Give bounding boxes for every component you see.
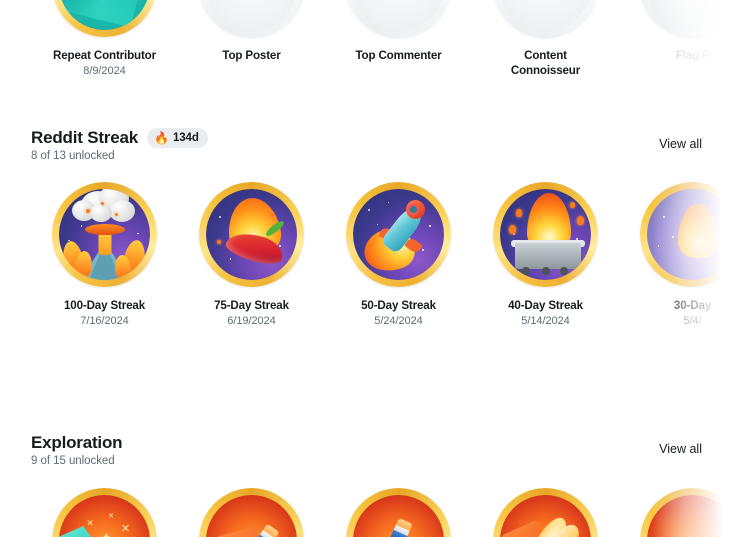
- badge-label: 30-Day: [673, 299, 712, 312]
- dumpster-fire-medal-icon: [493, 182, 598, 287]
- section-title: Exploration: [31, 433, 123, 452]
- badge-label: 50-Day Streak: [361, 299, 436, 312]
- pencil-card-medal-icon: [199, 488, 304, 537]
- badge-card[interactable]: Top Commenter: [325, 0, 472, 80]
- badge-date: 8/9/2024: [83, 65, 126, 77]
- pencil-medal-icon: [346, 488, 451, 537]
- section-header: Exploration 9 of 15 unlocked View all: [0, 432, 738, 467]
- top-badges-section: Repeat Contributor 8/9/2024 Top Poster T…: [0, 0, 738, 80]
- section-exploration: Exploration 9 of 15 unlocked View all ✕ …: [0, 432, 738, 537]
- badge-card[interactable]: Repeat Contributor 8/9/2024: [31, 0, 178, 80]
- section-title: Reddit Streak: [31, 128, 138, 147]
- section-header: Reddit Streak 🔥 134d 8 of 13 unlocked Vi…: [0, 127, 738, 162]
- locked-medal-icon: [493, 0, 598, 37]
- badge-label: 100-Day Streak: [63, 299, 146, 312]
- badge-date: 5/14/2024: [521, 315, 570, 327]
- section-reddit-streak: Reddit Streak 🔥 134d 8 of 13 unlocked Vi…: [0, 127, 738, 327]
- badge-label: Flag F: [675, 49, 710, 62]
- badge-card[interactable]: ✕ ✕ ✕ ✦: [31, 488, 178, 537]
- faded-medal-icon: [640, 488, 738, 537]
- badge-date: 6/19/2024: [227, 315, 276, 327]
- section-subtitle: 9 of 15 unlocked: [31, 455, 115, 467]
- status-badge: 🔥 134d: [147, 127, 208, 148]
- view-all-link[interactable]: View all: [659, 432, 722, 456]
- badge-card[interactable]: [472, 488, 619, 537]
- teal-medal-icon: [52, 0, 157, 37]
- badge-label: Top Commenter: [355, 49, 442, 62]
- badge-label: Repeat Contributor: [53, 49, 156, 62]
- badge-label: 75-Day Streak: [214, 299, 289, 312]
- streak-days: 134d: [172, 131, 199, 144]
- badge-label: 40-Day Streak: [508, 299, 583, 312]
- achievements-page: Repeat Contributor 8/9/2024 Top Poster T…: [0, 0, 738, 537]
- badge-card[interactable]: [178, 488, 325, 537]
- locked-medal-icon: [346, 0, 451, 37]
- badge-date: 5/4/: [683, 315, 702, 327]
- rocket-medal-icon: [346, 182, 451, 287]
- section-subtitle: 8 of 13 unlocked: [31, 150, 115, 162]
- moon-flame-medal-icon: [640, 182, 738, 287]
- streak-carousel[interactable]: 100-Day Streak 7/16/2024 75-Day Streak 6…: [0, 182, 738, 327]
- badge-card[interactable]: 40-Day Streak 5/14/2024: [472, 182, 619, 327]
- badge-card[interactable]: Content Connoisseur: [472, 0, 619, 80]
- badge-date: 5/24/2024: [374, 315, 423, 327]
- badge-card[interactable]: 30-Day 5/4/: [619, 182, 738, 327]
- volcano-medal-icon: [52, 182, 157, 287]
- badge-card[interactable]: Flag F: [619, 0, 738, 80]
- feather-medal-icon: [493, 488, 598, 537]
- locked-medal-icon: [640, 0, 738, 37]
- badge-label: Content Connoisseur: [510, 49, 581, 77]
- flame-icon: 🔥: [154, 130, 169, 145]
- exploration-carousel[interactable]: ✕ ✕ ✕ ✦: [0, 488, 738, 537]
- gem-medal-icon: ✕ ✕ ✕ ✦: [52, 488, 157, 537]
- badge-card[interactable]: [619, 488, 738, 537]
- locked-medal-icon: [199, 0, 304, 37]
- view-all-link[interactable]: View all: [659, 127, 722, 151]
- badge-label: Top Poster: [222, 49, 281, 62]
- badge-card[interactable]: 100-Day Streak 7/16/2024: [31, 182, 178, 327]
- badge-card[interactable]: 50-Day Streak 5/24/2024: [325, 182, 472, 327]
- badge-card[interactable]: [325, 488, 472, 537]
- badge-card[interactable]: 75-Day Streak 6/19/2024: [178, 182, 325, 327]
- badge-card[interactable]: Top Poster: [178, 0, 325, 80]
- badge-date: 7/16/2024: [80, 315, 129, 327]
- top-badges-carousel[interactable]: Repeat Contributor 8/9/2024 Top Poster T…: [0, 0, 738, 80]
- chili-pepper-medal-icon: [199, 182, 304, 287]
